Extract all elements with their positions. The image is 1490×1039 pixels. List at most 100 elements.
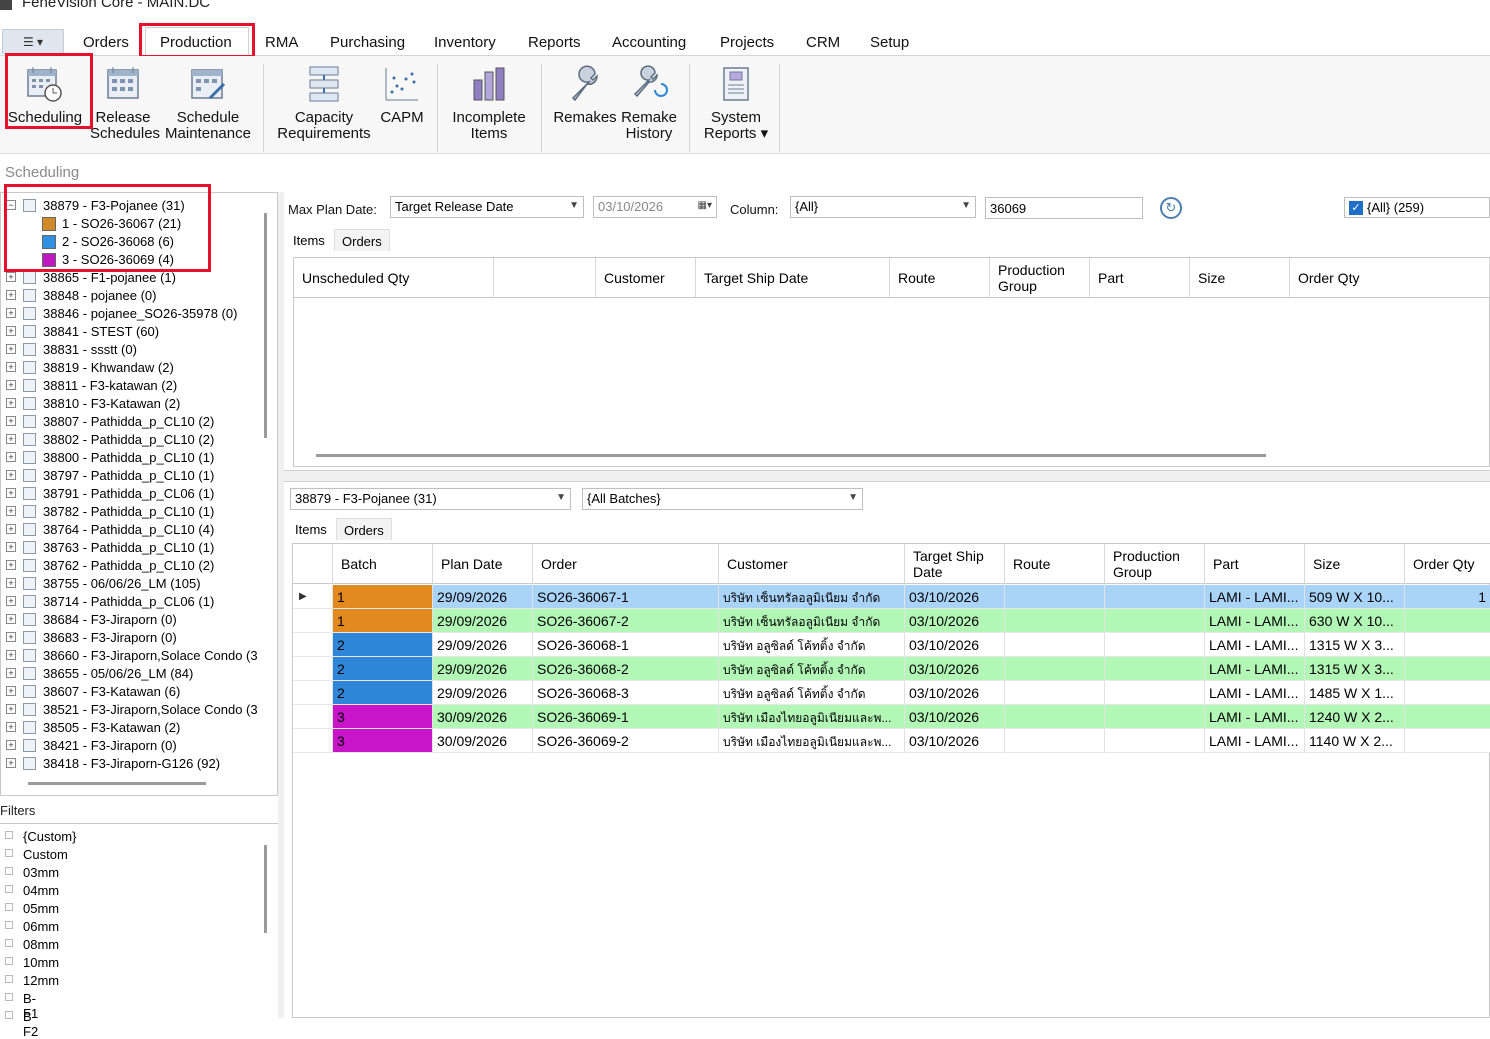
tree-node[interactable]: +38655 - 05/06/26_LM (84) — [1, 664, 271, 682]
tree-node[interactable]: +38607 - F3-Katawan (6) — [1, 682, 271, 700]
column-header[interactable]: Part — [1205, 544, 1305, 584]
filter-checkbox[interactable] — [5, 867, 13, 875]
row-selector[interactable] — [293, 705, 333, 729]
expand-icon[interactable]: + — [6, 650, 16, 660]
expand-icon[interactable]: + — [6, 362, 16, 372]
expand-icon[interactable]: + — [6, 416, 16, 426]
expand-icon[interactable]: + — [6, 722, 16, 732]
date-picker[interactable]: 03/10/2026 ▦▾ — [593, 196, 717, 218]
tree-node[interactable]: +38421 - F3-Jiraporn (0) — [1, 736, 271, 754]
menu-setup[interactable]: Setup — [870, 34, 909, 51]
tree-node[interactable]: +38841 - STEST (60) — [1, 322, 271, 340]
menu-accounting[interactable]: Accounting — [612, 34, 686, 51]
expand-icon[interactable]: + — [6, 470, 16, 480]
tree-node[interactable]: +38800 - Pathidda_p_CL10 (1) — [1, 448, 271, 466]
search-input[interactable]: 36069 — [985, 197, 1143, 219]
schedule-select[interactable]: 38879 - F3-Pojanee (31) ▼ — [290, 488, 571, 510]
expand-icon[interactable]: + — [6, 596, 16, 606]
column-header[interactable]: Batch — [333, 544, 433, 584]
filter-checkbox[interactable] — [5, 957, 13, 965]
tree-node[interactable]: +38660 - F3-Jiraporn,Solace Condo (3 — [1, 646, 271, 664]
table-row[interactable]: 3 30/09/2026 SO26-36069-1 บริษัท เมืองไทยอล… — [293, 705, 1490, 729]
tree-node[interactable]: +38763 - Pathidda_p_CL10 (1) — [1, 538, 271, 556]
tab-items-top[interactable]: Items — [286, 229, 332, 251]
column-header[interactable]: Target Ship Date — [905, 544, 1005, 584]
panel-splitter[interactable] — [278, 192, 284, 1018]
tree-node[interactable]: +38782 - Pathidda_p_CL10 (1) — [1, 502, 271, 520]
remake-history-button[interactable]: Remake History — [620, 64, 678, 142]
column-header[interactable]: Order Qty — [1290, 258, 1490, 298]
menu-reports[interactable]: Reports — [528, 34, 581, 51]
tree-node[interactable]: +38764 - Pathidda_p_CL10 (4) — [1, 520, 271, 538]
expand-icon[interactable]: + — [6, 758, 16, 768]
tree-node[interactable]: +38811 - F3-katawan (2) — [1, 376, 271, 394]
tree-node[interactable]: +38791 - Pathidda_p_CL06 (1) — [1, 484, 271, 502]
row-selector[interactable] — [293, 657, 333, 681]
column-header[interactable]: Production Group — [1105, 544, 1205, 584]
filter-checkbox[interactable] — [5, 885, 13, 893]
table-row[interactable]: 1 29/09/2026 SO26-36067-2 บริษัท เซ็นทรัลอล… — [293, 609, 1490, 633]
tree-scrollbar[interactable] — [264, 213, 267, 438]
tree-node[interactable]: +38521 - F3-Jiraporn,Solace Condo (3 — [1, 700, 271, 718]
tab-orders-bottom[interactable]: Orders — [336, 518, 392, 540]
expand-icon[interactable]: + — [6, 398, 16, 408]
menu-rma[interactable]: RMA — [265, 34, 298, 51]
tree-node[interactable]: +38418 - F3-Jiraporn-G126 (92) — [1, 754, 271, 772]
menu-inventory[interactable]: Inventory — [434, 34, 496, 51]
expand-icon[interactable]: + — [6, 308, 16, 318]
schedule-maintenance-button[interactable]: Schedule Maintenance — [164, 64, 252, 142]
tree-node[interactable]: +38831 - ssstt (0) — [1, 340, 271, 358]
tab-items-bottom[interactable]: Items — [288, 518, 334, 540]
table-row[interactable]: 3 30/09/2026 SO26-36069-2 บริษัท เมืองไทยอล… — [293, 729, 1490, 753]
tree-node[interactable]: +38848 - pojanee (0) — [1, 286, 271, 304]
tree-node[interactable]: +38846 - pojanee_SO26-35978 (0) — [1, 304, 271, 322]
tree-node[interactable]: +38684 - F3-Jiraporn (0) — [1, 610, 271, 628]
row-selector[interactable] — [293, 633, 333, 657]
column-header[interactable]: Customer — [719, 544, 905, 584]
tree-node[interactable]: +38807 - Pathidda_p_CL10 (2) — [1, 412, 271, 430]
expand-icon[interactable]: + — [6, 326, 16, 336]
column-header[interactable]: Order Qty — [1405, 544, 1490, 584]
expand-icon[interactable]: + — [6, 542, 16, 552]
tree-node[interactable]: +38714 - Pathidda_p_CL06 (1) — [1, 592, 271, 610]
incomplete-items-button[interactable]: Incomplete Items — [446, 64, 532, 142]
batch-select[interactable]: {All Batches} ▼ — [582, 488, 863, 510]
column-header[interactable]: Unscheduled Qty — [294, 258, 494, 298]
tree-node[interactable]: +38755 - 06/06/26_LM (105) — [1, 574, 271, 592]
expand-icon[interactable]: + — [6, 704, 16, 714]
remakes-button[interactable]: Remakes — [552, 64, 618, 126]
tree-node[interactable]: +38819 - Khwandaw (2) — [1, 358, 271, 376]
filter-checkbox[interactable] — [5, 921, 13, 929]
column-header[interactable]: Part — [1090, 258, 1190, 298]
filter-checkbox[interactable] — [5, 903, 13, 911]
expand-icon[interactable]: + — [6, 452, 16, 462]
expand-icon[interactable]: + — [6, 272, 16, 282]
row-selector[interactable] — [293, 729, 333, 753]
tree-node[interactable]: +38505 - F3-Katawan (2) — [1, 718, 271, 736]
row-selector[interactable] — [293, 681, 333, 705]
expand-icon[interactable]: + — [6, 344, 16, 354]
menu-crm[interactable]: CRM — [806, 34, 840, 51]
expand-icon[interactable]: + — [6, 380, 16, 390]
expand-icon[interactable]: + — [6, 524, 16, 534]
expand-icon[interactable]: + — [6, 560, 16, 570]
tree-node[interactable]: +38683 - F3-Jiraporn (0) — [1, 628, 271, 646]
filter-checkbox[interactable] — [5, 993, 13, 1001]
expand-icon[interactable]: + — [6, 614, 16, 624]
expand-icon[interactable]: + — [6, 578, 16, 588]
column-header[interactable]: Customer — [596, 258, 696, 298]
expand-icon[interactable]: + — [6, 290, 16, 300]
column-header[interactable]: Size — [1190, 258, 1290, 298]
tree-horizontal-scrollbar[interactable] — [28, 782, 206, 785]
filter-checkbox[interactable] — [5, 849, 13, 857]
grid-splitter[interactable] — [284, 470, 1490, 482]
table-row[interactable]: 2 29/09/2026 SO26-36068-2 บริษัท อลูซิลด์ โ… — [293, 657, 1490, 681]
table-row[interactable]: 2 29/09/2026 SO26-36068-1 บริษัท อลูซิลด์ โ… — [293, 633, 1490, 657]
capacity-requirements-button[interactable]: Capacity Requirements — [274, 64, 374, 142]
table-row[interactable]: 1 29/09/2026 SO26-36067-1 บริษัท เซ็นทรัลอล… — [293, 585, 1490, 609]
column-header[interactable]: Route — [890, 258, 990, 298]
refresh-icon[interactable]: ↻ — [1160, 197, 1182, 219]
capm-button[interactable]: CAPM — [378, 64, 426, 126]
tree-node[interactable]: +38802 - Pathidda_p_CL10 (2) — [1, 430, 271, 448]
menu-projects[interactable]: Projects — [720, 34, 774, 51]
